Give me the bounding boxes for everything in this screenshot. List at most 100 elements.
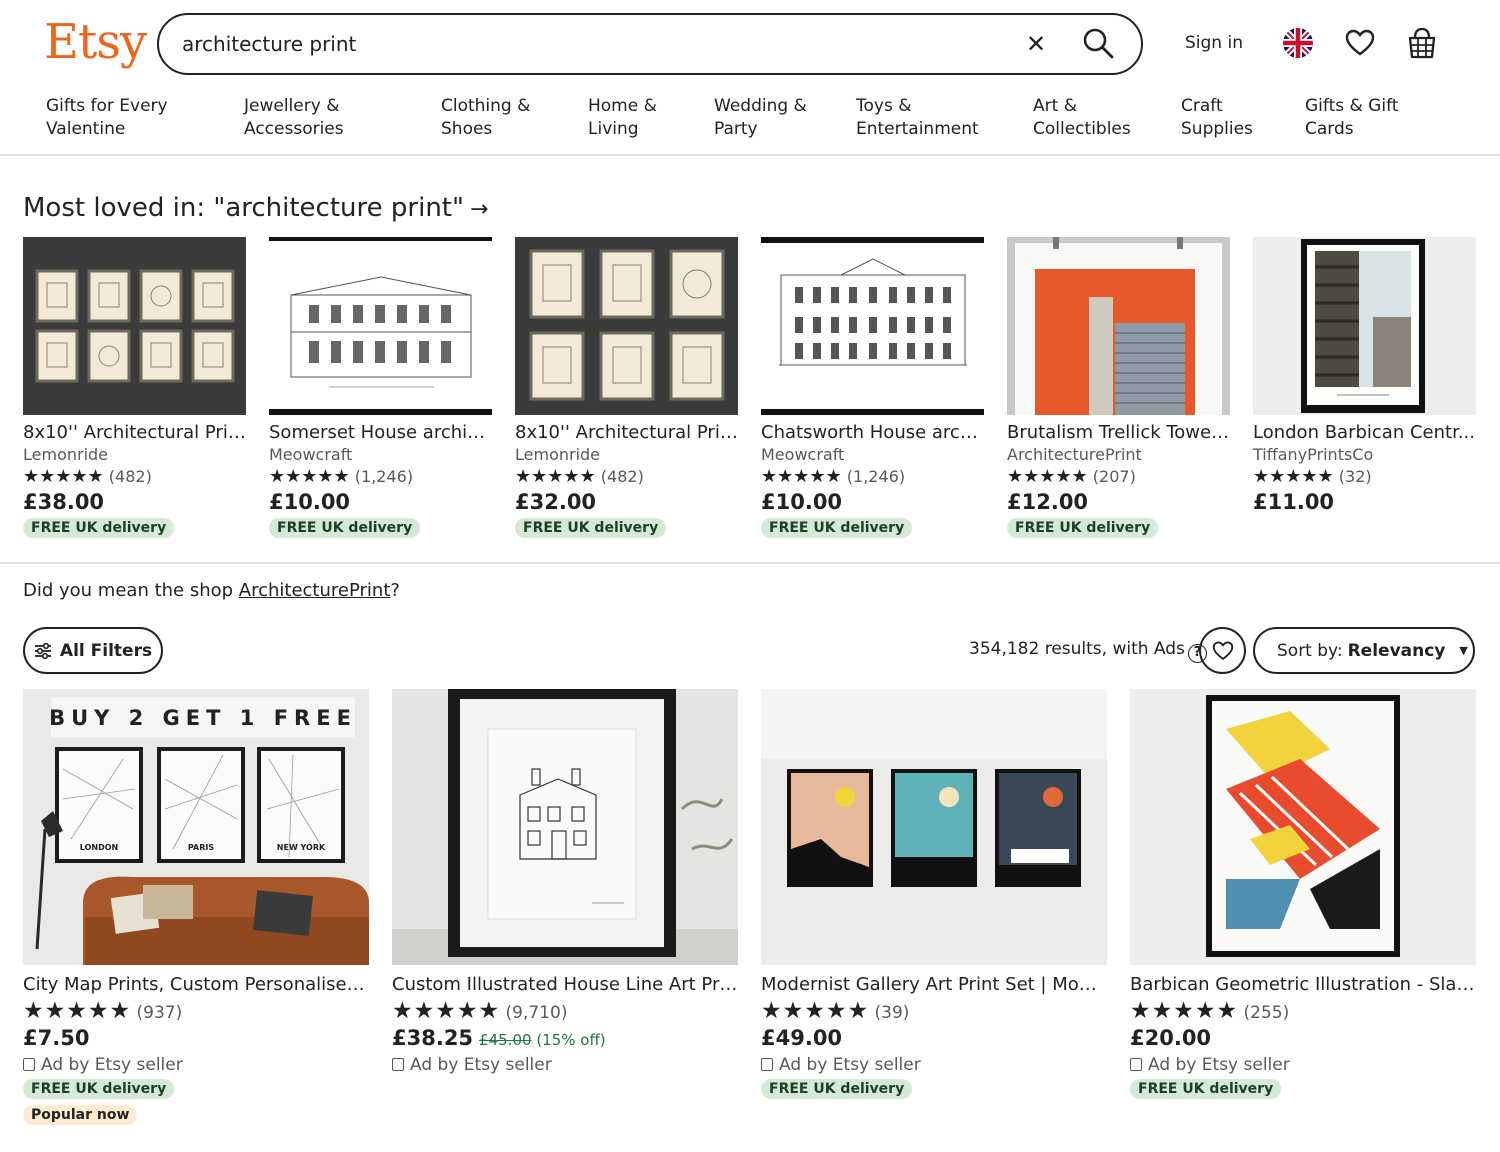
sign-in-link[interactable]: Sign in bbox=[1185, 33, 1243, 53]
category-craft[interactable]: Craft Supplies bbox=[1181, 95, 1253, 141]
product-title[interactable]: 8x10'' Architectural Prin... bbox=[23, 422, 246, 443]
product-title[interactable]: Chatsworth House archi... bbox=[761, 422, 984, 443]
loved-item[interactable]: Brutalism Trellick Tower ... Architectur… bbox=[1007, 237, 1230, 538]
category-gift-cards[interactable]: Gifts & Gift Cards bbox=[1305, 95, 1398, 141]
product-title[interactable]: Modernist Gallery Art Print Set | Moder.… bbox=[761, 974, 1107, 995]
loved-item[interactable]: Chatsworth House archi... Meowcraft ★★★★… bbox=[761, 237, 984, 538]
rating: ★★★★★ (1,246) bbox=[761, 466, 984, 488]
product-title[interactable]: 8x10'' Architectural Prin... bbox=[515, 422, 738, 443]
star-rating-icons: ★★★★★ bbox=[392, 998, 501, 1024]
product-title[interactable]: City Map Prints, Custom Personalised, ..… bbox=[23, 974, 369, 995]
product-image[interactable] bbox=[761, 237, 984, 415]
loved-item[interactable]: Somerset House archite... Meowcraft ★★★★… bbox=[269, 237, 492, 538]
category-jewellery[interactable]: Jewellery & Accessories bbox=[244, 95, 344, 141]
sort-label: Sort by: bbox=[1277, 640, 1343, 661]
map-label-paris: PARIS bbox=[188, 843, 214, 852]
category-art[interactable]: Art & Collectibles bbox=[1033, 95, 1131, 141]
price: £11.00 bbox=[1253, 490, 1335, 514]
chevron-down-icon: ▼ bbox=[1459, 644, 1468, 657]
did-you-mean: Did you mean the shop ArchitecturePrint? bbox=[23, 580, 400, 601]
favorites-heart-icon[interactable] bbox=[1345, 28, 1375, 58]
rating: ★★★★★ (937) bbox=[23, 998, 369, 1024]
price: £49.00 bbox=[761, 1026, 843, 1050]
etsy-logo[interactable]: Etsy bbox=[44, 14, 147, 70]
category-nav: Gifts for Every Valentine Jewellery & Ac… bbox=[0, 95, 1500, 147]
category-home-living[interactable]: Home & Living bbox=[588, 95, 657, 141]
loved-item[interactable]: London Barbican Centr... TiffanyPrintsCo… bbox=[1253, 237, 1476, 514]
product-title[interactable]: Barbican Geometric Illustration - Slab .… bbox=[1130, 974, 1476, 995]
ad-icon bbox=[392, 1058, 404, 1071]
product-image[interactable] bbox=[392, 689, 738, 965]
ad-label: Ad by Etsy seller bbox=[392, 1055, 738, 1075]
listing-card[interactable]: Custom Illustrated House Line Art Prin..… bbox=[392, 689, 738, 1075]
price: £12.00 bbox=[1007, 490, 1089, 514]
star-rating-icons: ★★★★★ bbox=[23, 466, 104, 487]
review-count: (32) bbox=[1338, 467, 1372, 486]
ad-text: Ad by Etsy seller bbox=[41, 1055, 183, 1075]
star-rating-icons: ★★★★★ bbox=[761, 466, 842, 487]
product-title[interactable]: Custom Illustrated House Line Art Prin..… bbox=[392, 974, 738, 995]
shop-name: Meowcraft bbox=[269, 445, 353, 464]
star-rating-icons: ★★★★★ bbox=[1007, 466, 1088, 487]
star-rating-icons: ★★★★★ bbox=[269, 466, 350, 487]
product-image[interactable] bbox=[515, 237, 738, 415]
category-gifts-valentine[interactable]: Gifts for Every Valentine bbox=[46, 95, 168, 141]
search-icon[interactable] bbox=[1081, 26, 1115, 62]
listing-card[interactable]: Barbican Geometric Illustration - Slab .… bbox=[1130, 689, 1476, 1099]
free-delivery-badge: FREE UK delivery bbox=[269, 518, 421, 538]
product-image[interactable]: BUY 2 GET 1 FREE LONDON PARIS NEW YORK bbox=[23, 689, 369, 965]
category-wedding[interactable]: Wedding & Party bbox=[714, 95, 807, 141]
category-toys[interactable]: Toys & Entertainment bbox=[856, 95, 979, 141]
ad-text: Ad by Etsy seller bbox=[779, 1055, 921, 1075]
uk-flag-icon[interactable] bbox=[1283, 28, 1313, 58]
product-title[interactable]: Brutalism Trellick Tower ... bbox=[1007, 422, 1230, 443]
product-image[interactable] bbox=[1130, 689, 1476, 965]
product-image[interactable] bbox=[269, 237, 492, 415]
free-delivery-badge: FREE UK delivery bbox=[1007, 518, 1159, 538]
star-rating-icons: ★★★★★ bbox=[515, 466, 596, 487]
product-image[interactable] bbox=[1253, 237, 1476, 415]
did-you-mean-prefix: Did you mean the shop bbox=[23, 580, 239, 601]
search-input[interactable] bbox=[182, 27, 1002, 61]
save-search-button[interactable] bbox=[1199, 627, 1246, 674]
basket-icon[interactable] bbox=[1406, 26, 1438, 60]
most-loved-heading[interactable]: Most loved in: "architecture print" → bbox=[23, 193, 488, 223]
ad-label: Ad by Etsy seller bbox=[1130, 1055, 1476, 1075]
ad-text: Ad by Etsy seller bbox=[410, 1055, 552, 1075]
shop-name: Meowcraft bbox=[761, 445, 845, 464]
product-image[interactable] bbox=[761, 689, 1107, 965]
listing-card[interactable]: Modernist Gallery Art Print Set | Moder.… bbox=[761, 689, 1107, 1099]
did-you-mean-suffix: ? bbox=[390, 580, 400, 601]
review-count: (482) bbox=[108, 467, 152, 486]
star-rating-icons: ★★★★★ bbox=[761, 998, 870, 1024]
section-divider bbox=[0, 562, 1500, 564]
results-count: 354,182 results, with Ads? bbox=[969, 639, 1207, 663]
price: £7.50 bbox=[23, 1026, 90, 1050]
free-delivery-badge: FREE UK delivery bbox=[23, 1079, 175, 1099]
price: £20.00 bbox=[1130, 1026, 1212, 1050]
map-label-london: LONDON bbox=[80, 843, 118, 852]
ad-text: Ad by Etsy seller bbox=[1148, 1055, 1290, 1075]
ad-label: Ad by Etsy seller bbox=[761, 1055, 1107, 1075]
search-bar[interactable]: ✕ bbox=[157, 13, 1143, 75]
all-filters-label: All Filters bbox=[59, 640, 153, 661]
sort-dropdown[interactable]: Sort by: Relevancy ▼ bbox=[1253, 627, 1475, 674]
rating: ★★★★★ (482) bbox=[515, 466, 738, 488]
loved-item[interactable]: 8x10'' Architectural Prin... Lemonride ★… bbox=[515, 237, 738, 538]
product-title[interactable]: London Barbican Centr... bbox=[1253, 422, 1476, 443]
rating: ★★★★★ (9,710) bbox=[392, 998, 738, 1024]
rating: ★★★★★ (207) bbox=[1007, 466, 1230, 488]
all-filters-button[interactable]: All Filters bbox=[23, 627, 163, 674]
review-count: (207) bbox=[1092, 467, 1136, 486]
close-icon[interactable]: ✕ bbox=[1023, 31, 1049, 57]
loved-item[interactable]: 8x10'' Architectural Prin... Lemonride ★… bbox=[23, 237, 246, 538]
category-clothing[interactable]: Clothing & Shoes bbox=[441, 95, 530, 141]
suggested-shop-link[interactable]: ArchitecturePrint bbox=[239, 580, 391, 601]
listing-card[interactable]: BUY 2 GET 1 FREE LONDON PARIS NEW YORK C… bbox=[23, 689, 369, 1125]
rating: ★★★★★ (255) bbox=[1130, 998, 1476, 1024]
product-title[interactable]: Somerset House archite... bbox=[269, 422, 492, 443]
price: £10.00 bbox=[269, 490, 351, 514]
review-count: (255) bbox=[1243, 1003, 1290, 1023]
product-image[interactable] bbox=[23, 237, 246, 415]
product-image[interactable] bbox=[1007, 237, 1230, 415]
